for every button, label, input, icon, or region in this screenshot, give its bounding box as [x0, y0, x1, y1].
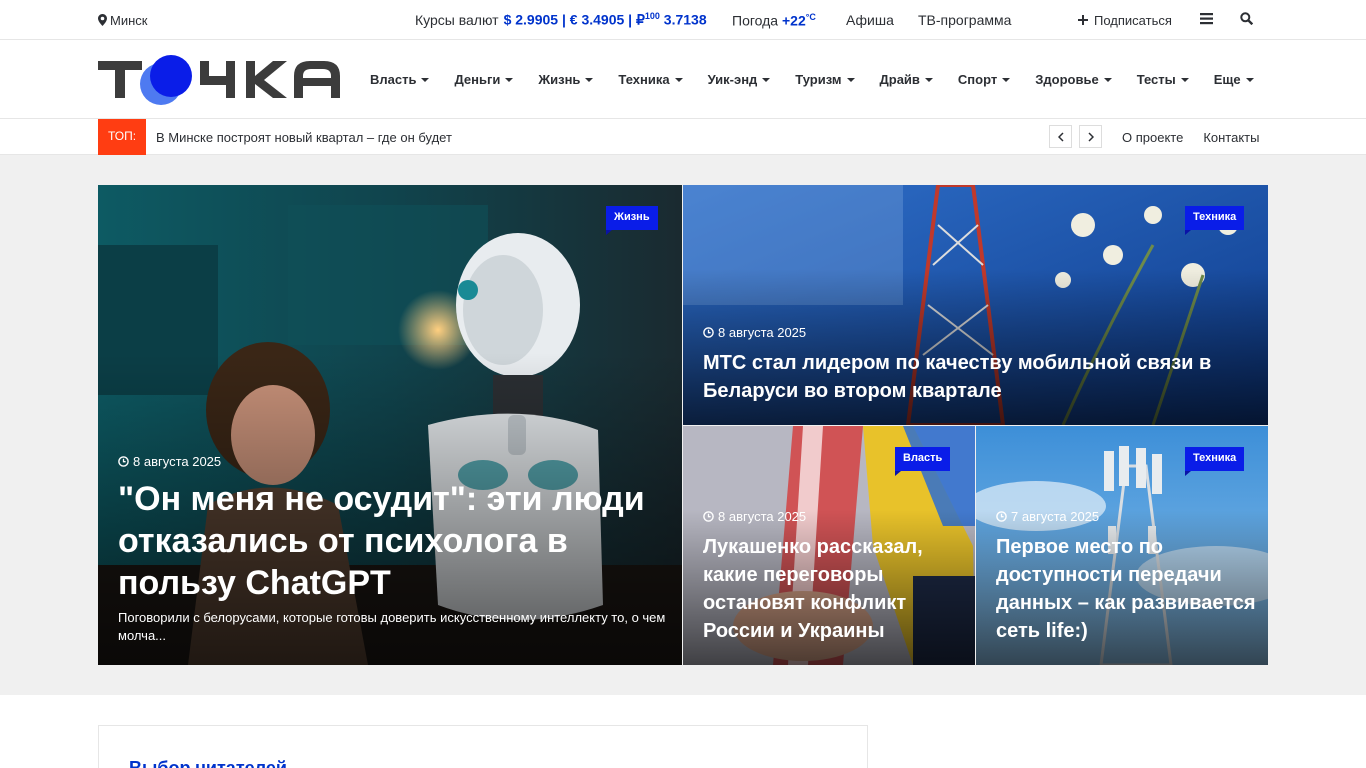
chevron-down-icon: [674, 77, 683, 82]
chevron-right-icon: [1087, 131, 1094, 142]
chevron-down-icon: [1103, 77, 1112, 82]
chevron-down-icon: [421, 77, 430, 82]
hero-section: Жизнь 8 августа 2025 "Он меня не осудит"…: [0, 155, 1366, 695]
nav-item-label: Власть: [370, 72, 417, 87]
contacts-link[interactable]: Контакты: [1203, 130, 1259, 145]
weather-label: Погода: [732, 12, 779, 29]
clock-icon: [996, 511, 1007, 522]
ticker-headline[interactable]: В Минске построят новый квартал – где он…: [156, 130, 452, 145]
article-excerpt: Поговорили с белорусами, которые готовы …: [118, 610, 666, 643]
nav-item-draiv[interactable]: Драйв: [880, 72, 933, 87]
chevron-down-icon: [924, 77, 933, 82]
clock-icon: [703, 511, 714, 522]
main-nav: Власть Деньги Жизнь Техника Уик-энд Тури…: [370, 40, 1254, 119]
nav-item-label: Уик-энд: [707, 72, 758, 87]
news-ticker: ТОП: В Минске построят новый квартал – г…: [0, 119, 1366, 160]
nav-item-label: Деньги: [454, 72, 501, 87]
nav-item-zdorovie[interactable]: Здоровье: [1035, 72, 1112, 87]
weather[interactable]: Погода +22°C: [732, 12, 816, 29]
location-pin-icon: [98, 14, 107, 26]
chevron-left-icon: [1057, 131, 1064, 142]
clock-icon: [703, 327, 714, 338]
hero-main-card[interactable]: Жизнь 8 августа 2025 "Он меня не осудит"…: [98, 185, 682, 665]
article-title[interactable]: Первое место по доступности передачи дан…: [996, 533, 1256, 645]
article-date-text: 7 августа 2025: [1011, 509, 1100, 524]
readers-choice-box: Выбор читателей: [98, 725, 868, 768]
chevron-down-icon: [1245, 77, 1254, 82]
article-date: 8 августа 2025: [703, 509, 806, 524]
city-label: Минск: [110, 12, 148, 28]
nav-item-label: Еще: [1213, 72, 1241, 87]
article-date-text: 8 августа 2025: [718, 509, 807, 524]
nav-item-sport[interactable]: Спорт: [957, 72, 1011, 87]
readers-choice-title: Выбор читателей: [129, 758, 287, 768]
tv-program-link[interactable]: ТВ-программа: [918, 12, 1011, 28]
article-title[interactable]: Лукашенко рассказал, какие переговоры ос…: [703, 533, 963, 645]
ticker-next-button[interactable]: [1079, 125, 1102, 148]
category-badge[interactable]: Власть: [895, 447, 951, 476]
currency-rates[interactable]: Курсы валют $ 2.9905 | € 3.4905 | ₽100 3…: [415, 11, 707, 29]
nav-item-vlast[interactable]: Власть: [370, 72, 430, 87]
category-badge[interactable]: Жизнь: [606, 206, 658, 235]
chevron-down-icon: [762, 77, 771, 82]
article-title[interactable]: МТС стал лидером по качеству мобильной с…: [703, 349, 1243, 405]
rates-usd-eur: $ 2.9905 | € 3.4905 | ₽: [503, 11, 645, 28]
rates-label: Курсы валют: [415, 12, 499, 28]
nav-item-testy[interactable]: Тесты: [1137, 72, 1189, 87]
nav-item-dengi[interactable]: Деньги: [454, 72, 514, 87]
content-area: Выбор читателей: [0, 695, 1366, 768]
nav-item-zhizn[interactable]: Жизнь: [538, 72, 594, 87]
chevron-down-icon: [505, 77, 514, 82]
article-date-text: 8 августа 2025: [718, 325, 807, 340]
rates-value: $ 2.9905 | € 3.4905 | ₽100 3.7138: [504, 11, 707, 29]
ticker-prev-button[interactable]: [1049, 125, 1072, 148]
nav-item-label: Техника: [618, 72, 670, 87]
afisha-link[interactable]: Афиша: [846, 12, 894, 28]
hamburger-menu-icon[interactable]: [1200, 12, 1213, 28]
article-title[interactable]: "Он меня не осудит": эти люди отказались…: [118, 478, 678, 604]
nav-item-turizm[interactable]: Туризм: [795, 72, 855, 87]
category-badge[interactable]: Техника: [1185, 447, 1245, 476]
subscribe-button[interactable]: Подписаться: [1078, 13, 1172, 28]
article-date-text: 8 августа 2025: [133, 454, 222, 469]
nav-item-label: Тесты: [1136, 72, 1176, 87]
article-date: 7 августа 2025: [996, 509, 1099, 524]
site-logo[interactable]: [98, 54, 340, 106]
subscribe-label: Подписаться: [1094, 12, 1172, 28]
chevron-down-icon: [1180, 77, 1189, 82]
nav-item-label: Драйв: [879, 72, 920, 87]
nav-item-weekend[interactable]: Уик-энд: [708, 72, 771, 87]
nav-item-eshe[interactable]: Еще: [1214, 72, 1254, 87]
category-badge[interactable]: Техника: [1185, 206, 1245, 235]
weather-value: +22: [781, 12, 806, 29]
city-selector[interactable]: Минск: [98, 13, 147, 28]
top-bar: Минск Курсы валют $ 2.9905 | € 3.4905 | …: [0, 0, 1366, 40]
chevron-down-icon: [1002, 77, 1011, 82]
nav-item-label: Спорт: [957, 72, 998, 87]
article-date: 8 августа 2025: [703, 325, 806, 340]
nav-item-tehnika[interactable]: Техника: [618, 72, 683, 87]
nav-item-label: Жизнь: [538, 72, 581, 87]
rates-rub-sup: 100: [644, 11, 660, 22]
rates-rub: 3.7138: [659, 11, 707, 28]
hero-bottom-left-card[interactable]: Власть 8 августа 2025 Лукашенко рассказа…: [683, 426, 975, 665]
weather-unit: °C: [805, 11, 816, 22]
ticker-links: О проекте Контакты: [1122, 130, 1259, 145]
hero-bottom-right-card[interactable]: Техника 7 августа 2025 Первое место по д…: [976, 426, 1268, 665]
clock-icon: [118, 456, 129, 467]
chevron-down-icon: [585, 77, 594, 82]
plus-icon: [1078, 15, 1088, 25]
top-bar-inner: Минск Курсы валют $ 2.9905 | € 3.4905 | …: [98, 0, 1254, 40]
chevron-down-icon: [846, 77, 855, 82]
article-date: 8 августа 2025: [118, 454, 221, 469]
ticker-label: ТОП:: [98, 119, 146, 160]
nav-item-label: Туризм: [795, 72, 842, 87]
search-icon[interactable]: [1240, 12, 1254, 28]
about-link[interactable]: О проекте: [1122, 130, 1183, 145]
main-header: Власть Деньги Жизнь Техника Уик-энд Тури…: [0, 40, 1366, 119]
nav-item-label: Здоровье: [1035, 72, 1099, 87]
hero-top-right-card[interactable]: Техника 8 августа 2025 МТС стал лидером …: [683, 185, 1268, 425]
